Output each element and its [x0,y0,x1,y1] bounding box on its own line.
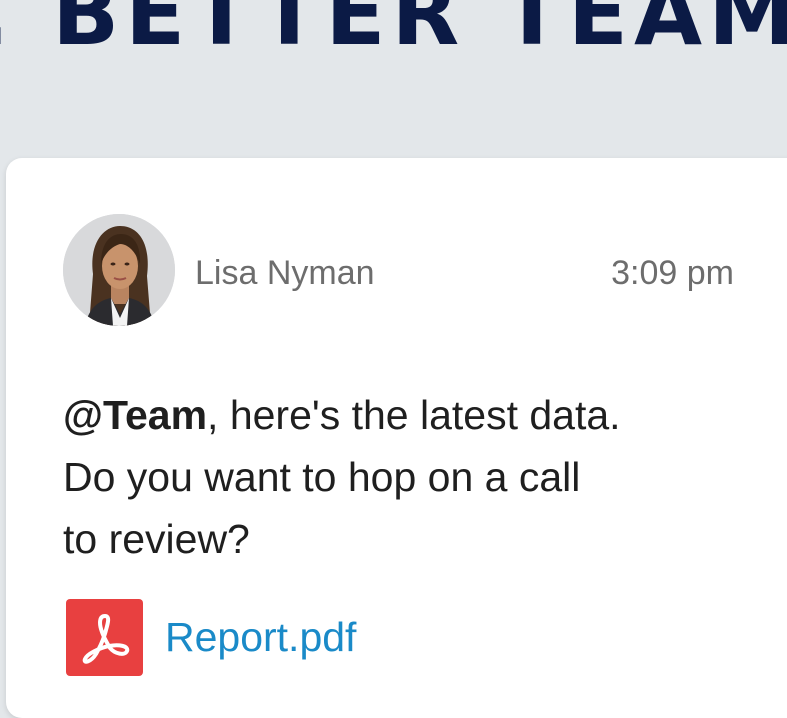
message-line-2: Do you want to hop on a call [63,454,581,500]
mention-tag[interactable]: @Team [63,392,207,438]
timestamp: 3:09 pm [611,254,734,292]
message-card: Lisa Nyman 3:09 pm @Team, here's the lat… [6,158,787,718]
avatar[interactable] [63,214,175,326]
message-line-1: , here's the latest data. [207,392,621,438]
message-text: @Team, here's the latest data. Do you wan… [63,384,763,570]
message-line-3: to review? [63,516,250,562]
attachment-file-name[interactable]: Report.pdf [165,614,356,661]
author-name: Lisa Nyman [195,254,375,292]
avatar-portrait [63,214,175,326]
attachment-link[interactable]: Report.pdf [66,599,356,676]
pdf-icon [66,599,143,676]
banner-headline: . BETTER TEAM [0,0,787,65]
